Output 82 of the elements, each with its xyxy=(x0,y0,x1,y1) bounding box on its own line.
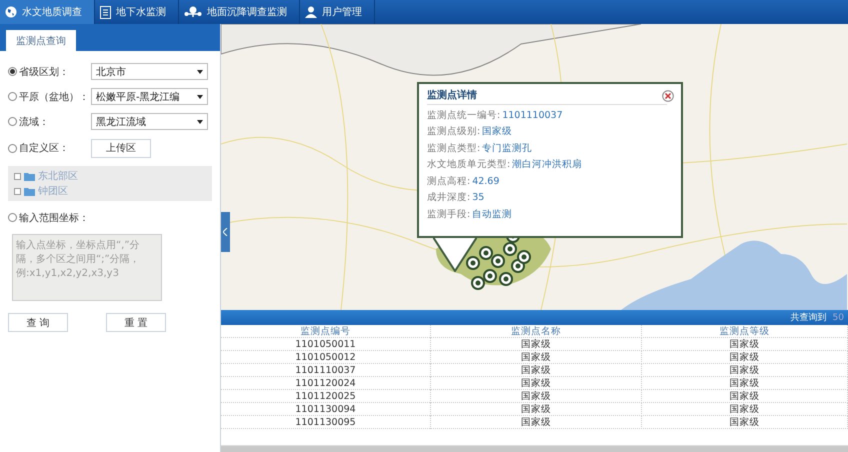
radio-button[interactable] xyxy=(8,213,17,222)
filter-label: 省级区划： xyxy=(19,66,70,78)
dropdown-field[interactable]: 黑龙江流域 xyxy=(91,113,208,130)
field-label: 监测点统一编号: xyxy=(427,108,500,122)
table-cell: 1101120025 xyxy=(221,390,431,403)
monitoring-marker-icon[interactable] xyxy=(471,276,485,290)
table-cell: 国家级 xyxy=(431,390,642,403)
nav-tab[interactable]: 水文地质调查 xyxy=(0,0,95,24)
upload-button[interactable]: 上传区 xyxy=(91,138,151,158)
radio-button[interactable] xyxy=(8,117,17,126)
table-cell: 国家级 xyxy=(642,403,848,416)
table-cell: 国家级 xyxy=(431,377,642,390)
table-cell: 国家级 xyxy=(642,377,848,390)
caret-icon xyxy=(197,120,203,124)
monitoring-marker-icon[interactable] xyxy=(491,254,505,268)
field-value: 35 xyxy=(472,192,484,204)
field-value: 42.69 xyxy=(472,176,500,187)
caret-icon xyxy=(197,94,203,98)
results-count: 50 xyxy=(832,312,844,322)
folder-icon xyxy=(24,172,35,180)
table-cell: 1101110037 xyxy=(221,364,431,377)
user-icon xyxy=(305,6,317,18)
monitoring-marker-icon[interactable] xyxy=(466,256,480,270)
query-button[interactable]: 查 询 xyxy=(8,313,68,332)
folder-icon xyxy=(24,186,35,196)
table-cell: 1101050012 xyxy=(221,351,431,364)
table-cell: 国家级 xyxy=(431,403,642,416)
table-cell: 国家级 xyxy=(431,351,642,364)
horizontal-scrollbar[interactable] xyxy=(221,445,848,452)
expand-icon[interactable] xyxy=(14,172,21,180)
radio-button[interactable] xyxy=(8,92,17,101)
filter-label: 平原（盆地）： xyxy=(19,90,90,104)
column-header: 监测点编号 xyxy=(221,325,431,338)
table-cell: 1101130095 xyxy=(221,416,431,429)
field-value: 自动监测 xyxy=(472,208,512,221)
chevron-left-icon xyxy=(223,228,228,236)
dropdown-field[interactable]: 松嫩平原-黑龙江编 xyxy=(91,88,208,105)
results-label: 共查询到 xyxy=(790,312,827,324)
table-cell: 国家级 xyxy=(642,416,848,429)
field-label: 成井深度: xyxy=(427,191,470,204)
column-header: 监测点等级 xyxy=(642,325,848,338)
table-cell: 国家级 xyxy=(431,416,642,429)
column-header: 监测点名称 xyxy=(431,325,642,338)
filter-label: 流域： xyxy=(19,116,50,128)
monitoring-marker-icon[interactable] xyxy=(503,242,517,256)
field-value: 专门监测孔 xyxy=(482,142,532,155)
radio-button[interactable] xyxy=(8,144,17,152)
network-icon xyxy=(184,6,202,18)
table-cell: 国家级 xyxy=(642,390,848,403)
coordinates-field[interactable]: 输入点坐标，坐标点用“,”分隔，多个区之间用“;”分隔，例:x1,y1,x2,y2,x3,y3 xyxy=(12,234,162,301)
dropdown-field[interactable]: 北京市 xyxy=(91,63,208,80)
collapse-handle[interactable] xyxy=(221,212,230,252)
monitoring-marker-icon[interactable] xyxy=(483,269,497,283)
field-value: 国家级 xyxy=(482,125,512,138)
table-cell: 1101130094 xyxy=(221,403,431,416)
field-value: 1101110037 xyxy=(502,110,563,121)
document-icon xyxy=(100,6,111,18)
table-cell: 1101120024 xyxy=(221,377,431,390)
monitoring-marker-icon[interactable] xyxy=(499,272,513,286)
caret-icon xyxy=(197,70,203,74)
panel-tab[interactable]: 监测点查询 xyxy=(6,30,76,51)
monitoring-marker-icon[interactable] xyxy=(479,246,493,260)
monitoring-marker-icon[interactable] xyxy=(517,250,531,264)
globe-icon xyxy=(5,6,17,18)
table-cell: 国家级 xyxy=(642,364,848,377)
field-label: 测点高程: xyxy=(427,174,470,188)
table-cell: 国家级 xyxy=(431,364,642,377)
table-cell: 国家级 xyxy=(642,351,848,364)
field-value: 潮白河冲洪积扇 xyxy=(512,158,582,172)
table-cell: 1101050011 xyxy=(221,338,431,351)
field-label: 水文地质单元类型: xyxy=(427,158,510,172)
field-label: 监测手段: xyxy=(427,208,470,221)
expand-icon[interactable] xyxy=(14,188,21,194)
table-cell: 国家级 xyxy=(431,338,642,351)
field-label: 监测点类型: xyxy=(427,142,480,155)
filter-label: 输入范围坐标： xyxy=(19,212,90,224)
table-cell: 国家级 xyxy=(642,338,848,351)
reset-button[interactable]: 重 置 xyxy=(106,313,166,332)
close-icon[interactable] xyxy=(662,90,674,102)
field-label: 监测点级别: xyxy=(427,125,480,138)
filter-label: 自定义区： xyxy=(19,142,70,155)
radio-button[interactable] xyxy=(8,67,17,76)
